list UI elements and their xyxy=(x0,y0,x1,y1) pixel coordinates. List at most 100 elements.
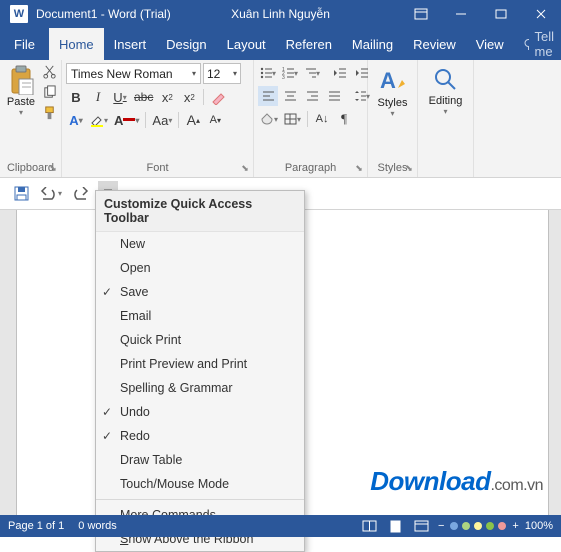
font-name-select[interactable]: Times New Roman▾ xyxy=(66,63,201,84)
close-icon[interactable] xyxy=(521,0,561,28)
align-right-button[interactable] xyxy=(302,86,322,106)
menu-item-email[interactable]: Email xyxy=(96,304,304,328)
cut-icon[interactable] xyxy=(42,64,57,79)
tell-me[interactable]: Tell me xyxy=(514,28,561,60)
tab-mailings[interactable]: Mailing xyxy=(342,28,403,60)
statusbar: Page 1 of 1 0 words − + 100% xyxy=(0,515,561,537)
borders-button[interactable]: ▾ xyxy=(282,109,303,129)
styles-button[interactable]: A Styles ▾ xyxy=(372,63,413,118)
text-effects-button[interactable]: A▾ xyxy=(66,110,86,130)
format-painter-icon[interactable] xyxy=(42,106,57,121)
minimize-icon[interactable] xyxy=(441,0,481,28)
superscript-button[interactable]: x2 xyxy=(179,87,199,107)
qat-redo-button[interactable] xyxy=(68,181,94,207)
paragraph-label: Paragraph xyxy=(258,160,363,177)
paste-icon xyxy=(7,65,35,95)
ribbon-options-icon[interactable] xyxy=(401,0,441,28)
word-icon: W xyxy=(10,5,28,23)
justify-button[interactable] xyxy=(324,86,344,106)
user-name: Xuân Linh Nguyễn xyxy=(231,7,330,21)
subscript-button[interactable]: x2 xyxy=(157,87,177,107)
menu-item-touch-mouse-mode[interactable]: Touch/Mouse Mode xyxy=(96,472,304,496)
tab-design[interactable]: Design xyxy=(156,28,216,60)
tab-file[interactable]: File xyxy=(0,28,49,60)
chevron-down-icon: ▾ xyxy=(443,107,447,116)
copy-icon[interactable] xyxy=(42,85,57,100)
font-launcher-icon[interactable]: ⬊ xyxy=(239,162,251,174)
menu-item-draw-table[interactable]: Draw Table xyxy=(96,448,304,472)
underline-button[interactable]: U▾ xyxy=(110,87,130,107)
qat-undo-button[interactable]: ▾ xyxy=(38,181,64,207)
shading-button[interactable]: ▾ xyxy=(258,109,280,129)
sort-button[interactable]: A↓ xyxy=(312,109,332,129)
clear-format-button[interactable] xyxy=(208,87,228,107)
tell-me-label: Tell me xyxy=(534,29,559,59)
strikethrough-button[interactable]: abc xyxy=(132,87,155,107)
read-mode-icon[interactable] xyxy=(360,518,380,534)
editing-label: Editing xyxy=(429,95,463,107)
status-words[interactable]: 0 words xyxy=(78,520,117,532)
svg-text:3: 3 xyxy=(282,75,285,79)
menu-title: Customize Quick Access Toolbar xyxy=(96,191,304,232)
font-color-button[interactable]: A▾ xyxy=(112,110,141,130)
tab-home[interactable]: Home xyxy=(49,28,104,60)
group-styles: A Styles ▾ Styles ⬊ xyxy=(368,60,418,177)
tab-references[interactable]: Referen xyxy=(276,28,342,60)
print-layout-icon[interactable] xyxy=(386,518,406,534)
maximize-icon[interactable] xyxy=(481,0,521,28)
menu-item-undo[interactable]: Undo xyxy=(96,400,304,424)
align-center-button[interactable] xyxy=(280,86,300,106)
menu-item-print-preview-and-print[interactable]: Print Preview and Print xyxy=(96,352,304,376)
group-paragraph: ▾ 123▾ ▾ ▾ ▾ ▾ A↓ ¶ Paragraph ⬊ xyxy=(254,60,368,177)
menu-item-save[interactable]: Save xyxy=(96,280,304,304)
zoom-out-icon[interactable]: − xyxy=(438,520,444,532)
paste-dropdown-icon[interactable]: ▾ xyxy=(19,108,23,117)
chevron-down-icon: ▾ xyxy=(192,69,196,78)
menu-item-redo[interactable]: Redo xyxy=(96,424,304,448)
menu-item-spelling-grammar[interactable]: Spelling & Grammar xyxy=(96,376,304,400)
ribbon: Paste ▾ Clipboard ⬊ Times New Roman▾ 12▾… xyxy=(0,60,561,178)
numbering-button[interactable]: 123▾ xyxy=(280,63,300,83)
zoom-in-icon[interactable]: + xyxy=(512,520,518,532)
group-font: Times New Roman▾ 12▾ B I U▾ abc x2 x2 A▾… xyxy=(62,60,254,177)
tab-view[interactable]: View xyxy=(466,28,514,60)
highlight-button[interactable]: ▾ xyxy=(88,110,110,130)
styles-launcher-icon[interactable]: ⬊ xyxy=(403,162,415,174)
menu-item-open[interactable]: Open xyxy=(96,256,304,280)
svg-text:A: A xyxy=(380,68,396,93)
qat-save-button[interactable] xyxy=(8,181,34,207)
zoom-value[interactable]: 100% xyxy=(525,520,553,532)
bullets-button[interactable]: ▾ xyxy=(258,63,278,83)
tab-layout[interactable]: Layout xyxy=(217,28,276,60)
change-case-button[interactable]: Aa▾ xyxy=(150,110,174,130)
document-title: Document1 - Word (Trial) xyxy=(36,7,171,21)
web-layout-icon[interactable] xyxy=(412,518,432,534)
grow-font-button[interactable]: A▴ xyxy=(183,110,203,130)
align-left-button[interactable] xyxy=(258,86,278,106)
zoom-dots xyxy=(450,522,506,530)
find-icon xyxy=(432,66,460,94)
multilevel-button[interactable]: ▾ xyxy=(302,63,322,83)
group-clipboard: Paste ▾ Clipboard ⬊ xyxy=(0,60,62,177)
menu-item-quick-print[interactable]: Quick Print xyxy=(96,328,304,352)
tab-review[interactable]: Review xyxy=(403,28,466,60)
tab-insert[interactable]: Insert xyxy=(104,28,157,60)
shrink-font-button[interactable]: A▾ xyxy=(205,110,225,130)
titlebar: W Document1 - Word (Trial) Xuân Linh Ngu… xyxy=(0,0,561,28)
status-page[interactable]: Page 1 of 1 xyxy=(8,520,64,532)
italic-button[interactable]: I xyxy=(88,87,108,107)
group-editing: Editing ▾ xyxy=(418,60,474,177)
clipboard-launcher-icon[interactable]: ⬊ xyxy=(47,162,59,174)
chevron-down-icon: ▾ xyxy=(233,69,237,78)
decrease-indent-button[interactable] xyxy=(330,63,350,83)
paragraph-launcher-icon[interactable]: ⬊ xyxy=(353,162,365,174)
show-marks-button[interactable]: ¶ xyxy=(334,109,354,129)
styles-icon: A xyxy=(378,66,408,96)
menu-item-new[interactable]: New xyxy=(96,232,304,256)
editing-button[interactable]: Editing ▾ xyxy=(422,63,469,116)
bold-button[interactable]: B xyxy=(66,87,86,107)
font-size-select[interactable]: 12▾ xyxy=(203,63,241,84)
paste-label: Paste xyxy=(7,96,35,108)
paste-button[interactable]: Paste ▾ xyxy=(4,65,38,117)
chevron-down-icon: ▾ xyxy=(390,109,394,118)
